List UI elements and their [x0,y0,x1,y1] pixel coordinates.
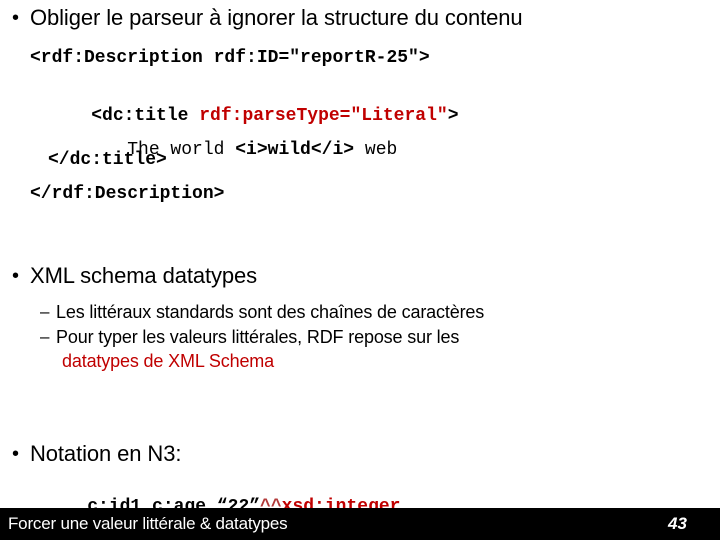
bullet-dot-icon: • [12,443,20,465]
footer-page-number: 43 [668,514,687,533]
sub-bullet-label-datatypes-xml-schema: datatypes de XML Schema [62,351,275,371]
bullet-item-notation-n3: • Notation en N3: [12,440,181,468]
dash-marker-icon: – [40,302,50,321]
code-line-rdf-description-close: </rdf:Description> [30,184,225,204]
sub-bullet-item-litteraux: – Les littéraux standards sont des chaîn… [40,300,484,324]
bullet-dot-icon: • [12,265,20,287]
footer-title: Forcer une valeur littérale & datatypes [8,514,288,533]
bullet-label-obliger: Obliger le parseur à ignorer la structur… [30,5,523,30]
code-line-rdf-description-open: <rdf:Description rdf:ID="reportR-25"> [30,48,430,68]
sub-bullet-label-pour-typer: Pour typer les valeurs littérales, RDF r… [56,327,460,347]
code-token-wild: wild [267,140,311,160]
sub-bullet-item-pour-typer: – Pour typer les valeurs littérales, RDF… [40,325,459,349]
bullet-label-notation-n3: Notation en N3: [30,441,182,466]
sub-bullet-label-litteraux: Les littéraux standards sont des chaînes… [56,302,485,322]
code-token-i-open: <i> [235,140,268,160]
code-token-web: web [354,140,398,160]
code-token-i-close: </i> [310,140,355,160]
dash-marker-icon: – [40,327,50,346]
code-token-gt: > [447,106,459,126]
bullet-item-xml-schema-datatypes: • XML schema datatypes [12,262,257,290]
slide-canvas: • Obliger le parseur à ignorer la struct… [0,0,720,540]
code-line-dc-title-close: </dc:title> [48,150,167,170]
bullet-dot-icon: • [12,7,20,29]
bullet-item-obliger: • Obliger le parseur à ignorer la struct… [12,4,523,32]
bullet-label-xml-schema-datatypes: XML schema datatypes [30,263,258,288]
